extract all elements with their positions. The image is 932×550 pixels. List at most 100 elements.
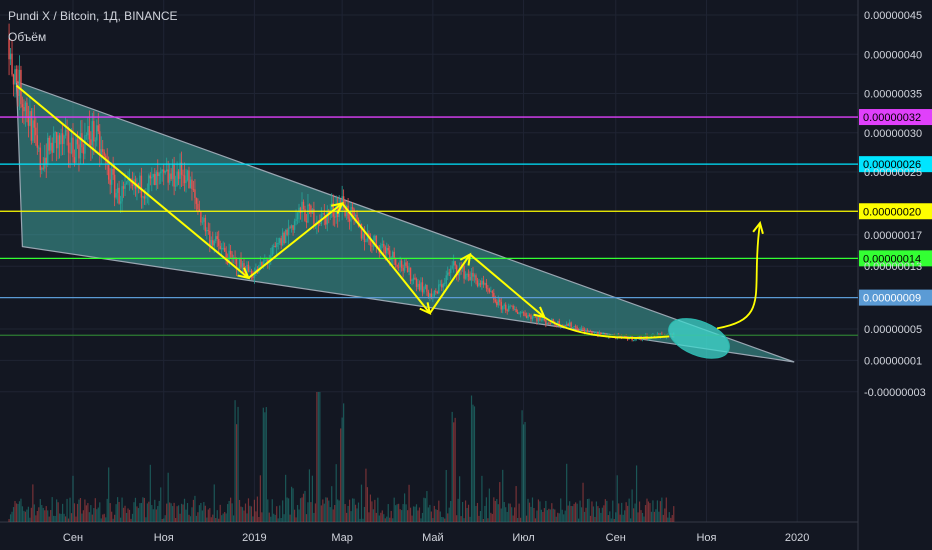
candle-body-314: [475, 275, 477, 281]
volume-bar-195: [298, 509, 300, 522]
candle-body-328: [496, 301, 498, 306]
chart-panel[interactable]: 0.00000032 0.00000026 0.00000020 0.00000014…: [0, 0, 932, 550]
volume-bar-55: [90, 505, 92, 522]
candle-body-201: [307, 204, 309, 223]
candle-body-261: [396, 264, 398, 267]
volume-bar-72: [115, 504, 117, 522]
candle-body-253: [384, 246, 386, 254]
volume-bar-302: [457, 498, 459, 522]
candle-body-324: [490, 291, 492, 293]
volume-bar-389: [586, 498, 589, 522]
volume-bar-102: [160, 487, 162, 522]
volume-bar-226: [344, 504, 346, 522]
volume-bar-428: [644, 505, 647, 522]
volume-bar-19: [36, 510, 38, 522]
volume-bar-388: [585, 507, 587, 522]
volume-bar-213: [325, 497, 327, 522]
volume-bar-293: [444, 518, 446, 522]
candle-body-192: [293, 221, 296, 230]
volume-bar-6: [17, 503, 19, 522]
volume-bar-384: [579, 500, 581, 522]
volume-bar-394: [594, 516, 596, 522]
volume-bar-354: [534, 518, 537, 522]
volume-bar-38: [64, 516, 67, 522]
candle-body-288: [436, 291, 439, 294]
candle-body-136: [210, 239, 212, 245]
candle-body-53: [87, 126, 89, 136]
volume-bar-290: [439, 511, 441, 522]
volume-bar-170: [261, 512, 263, 522]
volume-bar-116: [180, 503, 183, 522]
candle-body-183: [280, 238, 282, 246]
volume-bar-105: [164, 515, 166, 522]
candle-body-78: [124, 183, 126, 189]
candle-body-125: [194, 189, 196, 198]
volume-bar-238: [362, 518, 364, 522]
candle-body-14: [29, 111, 31, 126]
candle-body-195: [298, 207, 300, 214]
volume-bar-391: [589, 515, 592, 522]
candle-body-140: [216, 236, 218, 240]
price-chart[interactable]: 0.000000320.000000260.000000200.00000014…: [0, 0, 932, 550]
candle-body-4: [14, 69, 16, 85]
candle-body-359: [542, 318, 544, 320]
candle-body-289: [438, 284, 440, 294]
volume-bar-119: [185, 509, 187, 522]
candle-body-61: [99, 131, 101, 155]
candle-body-297: [449, 268, 452, 273]
candle-body-338: [510, 305, 513, 307]
candle-body-75: [119, 201, 122, 204]
candle-body-67: [107, 164, 110, 180]
candle-body-375: [565, 324, 568, 326]
candle-body-40: [67, 131, 70, 153]
volume-bar-78: [124, 505, 126, 522]
volume-bar-142: [219, 504, 221, 522]
volume-bar-221: [337, 499, 339, 522]
volume-bar-382: [576, 503, 578, 522]
volume-bar-134: [207, 509, 209, 522]
candle-body-95: [149, 175, 152, 179]
candle-body-355: [536, 317, 538, 322]
candle-body-380: [573, 326, 575, 328]
volume-bar-91: [143, 497, 145, 522]
volume-bar-84: [133, 502, 135, 522]
candle-body-91: [143, 196, 146, 199]
volume-bar-205: [313, 512, 315, 522]
candle-body-307: [464, 274, 467, 279]
volume-bar-300: [454, 417, 456, 522]
volume-bar-343: [518, 503, 520, 522]
volume-bar-432: [650, 511, 653, 522]
candle-body-94: [148, 175, 150, 193]
volume-bar-430: [647, 501, 650, 522]
volume-bar-171: [262, 407, 264, 522]
candle-body-219: [334, 216, 336, 218]
candle-body-58: [94, 140, 97, 142]
volume-bar-192: [293, 509, 296, 522]
candle-body-238: [362, 233, 364, 239]
candle-body-157: [241, 263, 244, 268]
time-tick-label-8: 2020: [785, 532, 809, 544]
candle-body-348: [525, 315, 528, 318]
volume-bar-397: [598, 508, 600, 522]
volume-bar-31: [54, 515, 56, 522]
candle-body-60: [97, 125, 99, 132]
volume-bar-216: [329, 507, 331, 522]
volume-bar-423: [637, 512, 639, 522]
volume-bar-279: [423, 497, 425, 522]
volume-bar-39: [66, 498, 68, 522]
time-tick-label-1: Ноя: [154, 532, 174, 544]
volume-bar-3: [12, 507, 15, 522]
volume-bar-101: [158, 500, 160, 522]
candle-body-145: [223, 247, 226, 252]
price-tick-label-0: 0.00000045: [864, 10, 922, 22]
volume-bar-79: [125, 513, 128, 522]
candle-body-331: [500, 301, 502, 310]
volume-bar-299: [453, 422, 455, 522]
candle-body-34: [58, 135, 61, 145]
candle-body-164: [252, 276, 254, 278]
candle-body-11: [24, 102, 27, 112]
candle-body-329: [497, 299, 499, 306]
candle-body-22: [41, 167, 43, 170]
volume-bar-313: [473, 406, 476, 522]
volume-bar-219: [334, 505, 336, 522]
